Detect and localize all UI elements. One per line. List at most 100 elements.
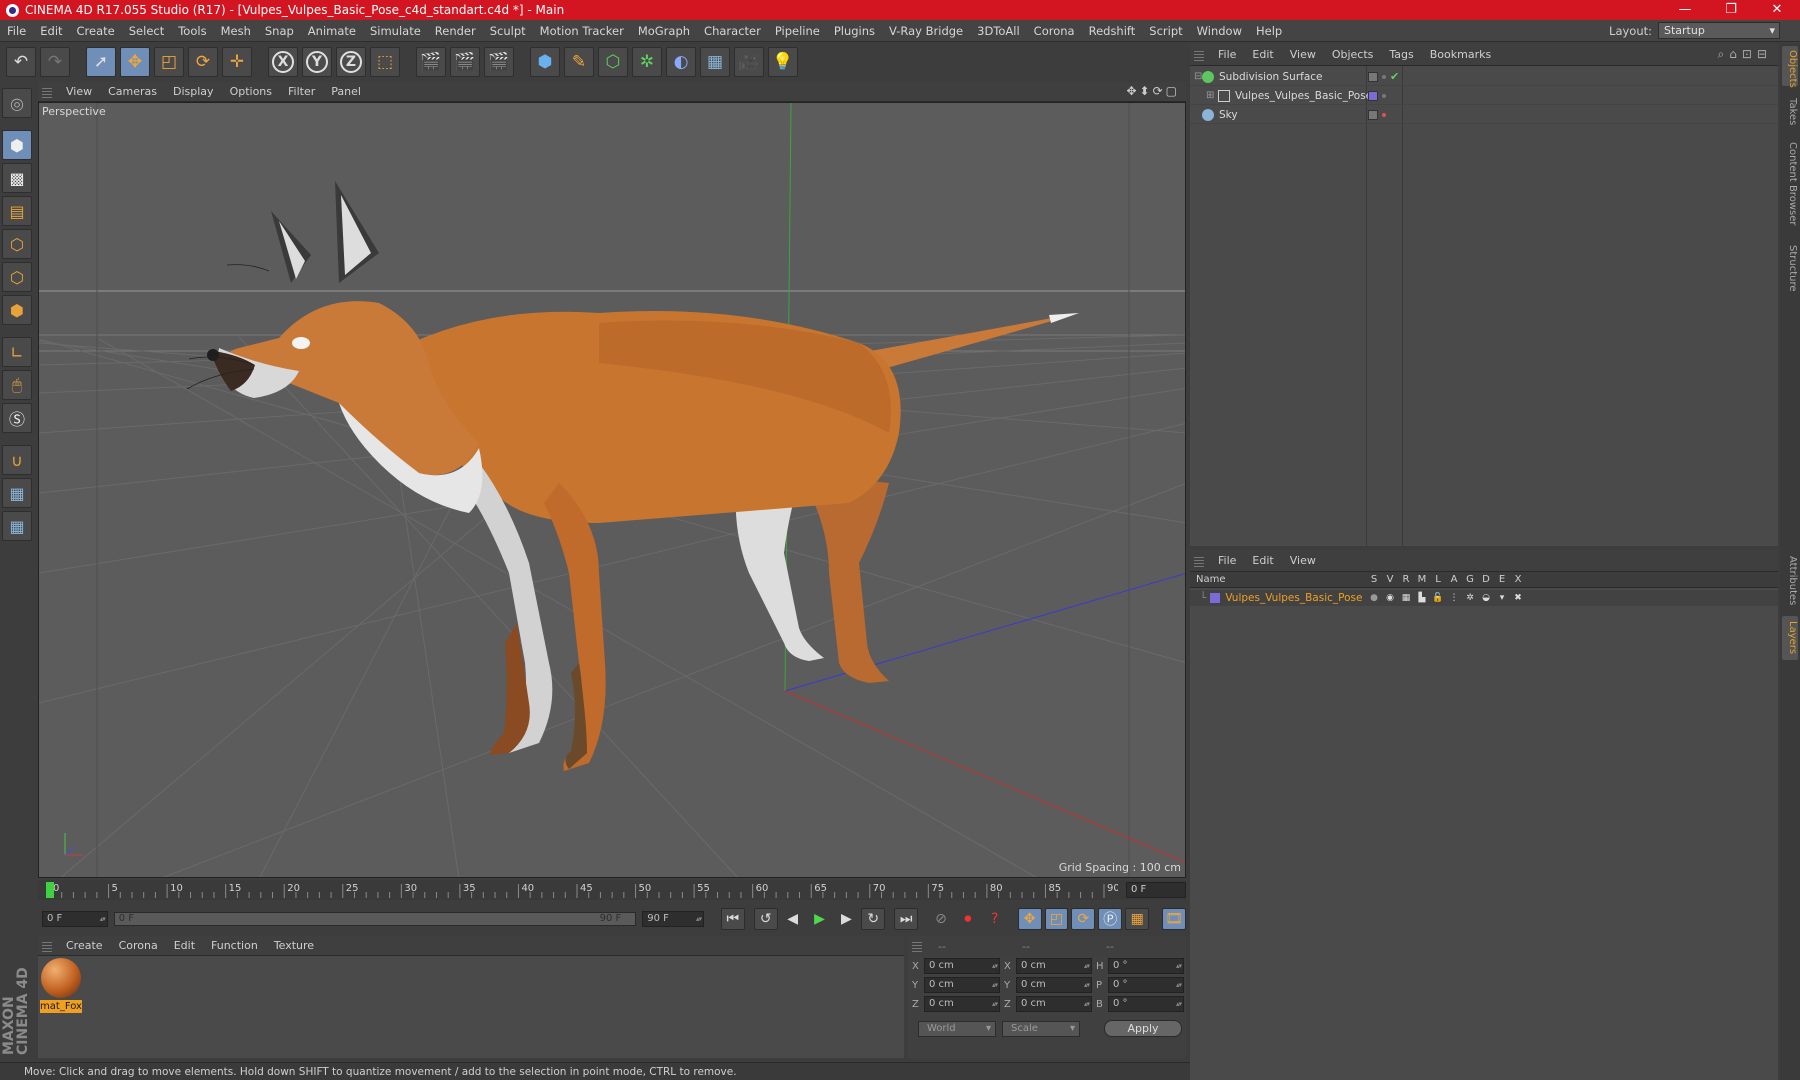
render-picture-viewer-icon[interactable]: 🎬 [450,47,480,77]
object-row[interactable]: ⊞ Vulpes_Vulpes_Basic_Pose [1190,87,1778,105]
timeline-window-icon[interactable]: 🎞 [1162,908,1186,930]
play-forward-icon[interactable]: ▶ [808,908,832,930]
om-menu-view[interactable]: View [1282,48,1324,61]
menu-render[interactable]: Render [428,24,483,38]
render-settings-icon[interactable]: 🎬 [484,47,514,77]
visibility-dot-icon[interactable] [1382,74,1386,79]
om-menu-edit[interactable]: Edit [1244,48,1281,61]
menu-snap[interactable]: Snap [258,24,301,38]
visibility-dot-icon[interactable] [1382,112,1386,117]
layer-color-swatch[interactable] [1210,593,1221,603]
workplane-icon[interactable]: ▤ [2,196,32,226]
menu-corona[interactable]: Corona [1027,24,1082,38]
x-axis-lock-icon[interactable]: X [268,47,298,77]
live-selection-icon[interactable]: ➚ [86,47,116,77]
tab-layers[interactable]: Layers [1782,616,1798,660]
make-editable-icon[interactable]: ◎ [2,88,32,118]
menu-window[interactable]: Window [1190,24,1249,38]
key-scale-icon[interactable]: ◰ [1044,908,1069,930]
next-frame-icon[interactable]: ▶ [834,908,858,930]
layer-row[interactable]: └ Vulpes_Vulpes_Basic_Pose ● ◉ ▦ ▙ 🔓 ⋮ ✲… [1190,590,1778,606]
tab-objects[interactable]: Objects [1782,46,1798,88]
xref-icon[interactable]: ✖ [1510,593,1526,603]
lm-menu-view[interactable]: View [1282,554,1324,567]
panel-grip-icon[interactable] [42,85,52,98]
playhead-marker[interactable] [46,882,54,898]
previous-key-icon[interactable]: ↺ [753,908,778,930]
om-menu-bookmarks[interactable]: Bookmarks [1422,48,1499,61]
snap-magnet-icon[interactable]: ∪ [2,445,32,475]
om-menu-tags[interactable]: Tags [1381,48,1421,61]
close-button[interactable]: ✕ [1754,0,1800,20]
redo-icon[interactable]: ↷ [40,47,70,77]
menu-pipeline[interactable]: Pipeline [768,24,827,38]
menu-animate[interactable]: Animate [301,24,363,38]
record-keys-icon[interactable]: ⊘ [929,908,953,930]
panel-grip-icon[interactable] [912,940,922,952]
menu-character[interactable]: Character [697,24,768,38]
object-row[interactable]: ⊟ Subdivision Surface ✔ [1190,68,1778,86]
collapse-icon[interactable]: ⊟ [1190,71,1202,82]
menu-sculpt[interactable]: Sculpt [483,24,533,38]
menu-help[interactable]: Help [1249,24,1289,38]
y-axis-lock-icon[interactable]: Y [302,47,332,77]
rotate-tool-icon[interactable]: ⟳ [188,47,218,77]
points-mode-icon[interactable]: ⬡ [2,229,32,259]
rotation-b-field[interactable]: 0 ° [1108,996,1184,1012]
polygons-mode-icon[interactable]: ⬢ [2,295,32,325]
locked-workplane-icon[interactable]: ▦ [2,478,32,508]
expression-icon[interactable]: ▾ [1494,593,1510,603]
menu-3dtoall[interactable]: 3DToAll [970,24,1027,38]
menu-plugins[interactable]: Plugins [827,24,882,38]
enabled-check-icon[interactable]: ✔ [1390,70,1399,83]
layer-color-icon[interactable] [1368,90,1378,101]
layer-tag-icon[interactable] [1368,71,1378,82]
menu-select[interactable]: Select [122,24,171,38]
viewport-menu-options[interactable]: Options [222,85,280,98]
menu-motion-tracker[interactable]: Motion Tracker [533,24,631,38]
rotation-p-field[interactable]: 0 ° [1108,977,1184,993]
solo-icon[interactable]: Ⓢ [2,403,32,433]
autokey-icon[interactable]: ⏺ [956,908,980,930]
timeline-current-frame[interactable]: 0 F [1126,882,1186,898]
undo-icon[interactable]: ↶ [6,47,36,77]
minimize-button[interactable]: — [1662,0,1708,20]
texture-mode-icon[interactable]: ▩ [2,163,32,193]
move-tool-icon[interactable]: ✥ [120,47,150,77]
expand-icon[interactable]: ⊞ [1190,90,1218,101]
position-z-field[interactable]: 0 cm [924,996,1000,1012]
om-menu-file[interactable]: File [1210,48,1244,61]
cube-object-icon[interactable]: ⬢ [530,47,560,77]
maximize-button[interactable]: ❐ [1708,0,1754,20]
panel-grip-icon[interactable] [1194,48,1204,61]
deformer-icon[interactable]: ◐ [666,47,696,77]
menu-simulate[interactable]: Simulate [363,24,428,38]
layer-tag-icon[interactable] [1368,109,1378,120]
size-mode-dropdown[interactable]: Scale [1002,1020,1080,1037]
viewport-menu-filter[interactable]: Filter [280,85,323,98]
om-menu-objects[interactable]: Objects [1324,48,1382,61]
solo-dot-icon[interactable]: ● [1366,593,1382,603]
om-search-home-icons[interactable]: ⌕⌂⊡⊟ [1718,47,1772,62]
render-icon[interactable]: ▦ [1398,593,1414,603]
manager-icon[interactable]: ▙ [1414,593,1430,603]
lm-menu-edit[interactable]: Edit [1244,554,1281,567]
key-position-icon[interactable]: ✥ [1017,908,1042,930]
menu-mesh[interactable]: Mesh [214,24,258,38]
end-frame-field[interactable]: 90 F [642,911,704,927]
tab-attributes[interactable]: Attributes [1782,550,1798,612]
material-menu-corona[interactable]: Corona [111,939,166,952]
coordinate-space-dropdown[interactable]: World [918,1020,996,1037]
go-to-end-icon[interactable]: ⏭ [894,908,919,930]
planar-workplane-icon[interactable]: ▦ [2,511,32,541]
viewport-menu-cameras[interactable]: Cameras [100,85,165,98]
size-x-field[interactable]: 0 cm [1016,958,1092,974]
animation-icon[interactable]: ⋮ [1446,593,1462,603]
camera-icon[interactable]: 🎥 [734,47,764,77]
keyframe-selection-icon[interactable]: ? [983,908,1007,930]
material-swatch[interactable]: mat_Fox [40,958,82,1013]
viewport-menu-display[interactable]: Display [165,85,222,98]
panel-grip-icon[interactable] [1194,554,1204,567]
material-menu-create[interactable]: Create [58,939,111,952]
menu-file[interactable]: File [0,24,33,38]
